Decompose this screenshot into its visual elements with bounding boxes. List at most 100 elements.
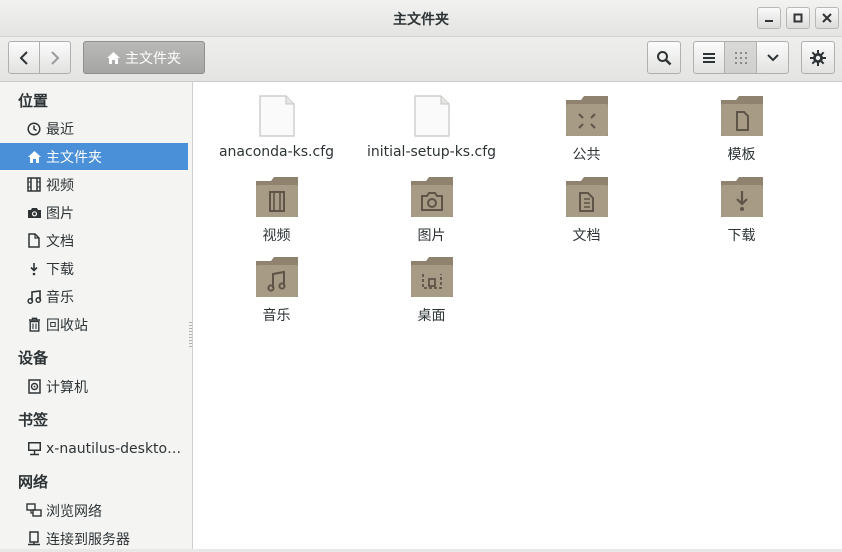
sidebar-item-label: 连接到服务器 (46, 531, 130, 548)
places-header: 位置 (18, 92, 49, 110)
clock-icon (26, 121, 42, 137)
location-label: 主文件夹 (125, 50, 181, 67)
sidebar-item-label: 文档 (46, 233, 74, 250)
file-name: initial-setup-ks.cfg (366, 144, 497, 160)
computer-icon (26, 379, 42, 395)
folder-item[interactable]: 文档 (509, 171, 664, 245)
gear-icon (810, 49, 826, 66)
search-button[interactable] (647, 41, 681, 74)
chevron-left-icon (19, 50, 28, 65)
sidebar-item-label: 回收站 (46, 317, 88, 334)
downloads-folder-icon (720, 177, 763, 217)
bookmarks-header: 书签 (18, 411, 49, 429)
sidebar-item-connect-server[interactable]: 连接到服务器 (0, 525, 188, 552)
file-item[interactable]: anaconda-ks.cfg (199, 90, 354, 160)
folder-item[interactable]: 图片 (354, 171, 509, 245)
sidebar-item-home[interactable]: 主文件夹 (0, 143, 188, 170)
close-icon (822, 13, 832, 23)
sidebar-item-trash[interactable]: 回收站 (0, 311, 188, 338)
sidebar-item-label: x-nautilus-deskto… (46, 440, 182, 457)
minimize-button[interactable] (757, 7, 781, 29)
file-name: 音乐 (262, 308, 291, 324)
network-folder-icon (26, 441, 42, 457)
sidebar-resize-handle[interactable] (189, 322, 192, 348)
file-name: 桌面 (417, 308, 446, 324)
grid-view-icon (734, 51, 747, 64)
camera-icon (26, 205, 42, 221)
file-name: 文档 (572, 228, 601, 244)
maximize-button[interactable] (786, 7, 810, 29)
sidebar-item-downloads[interactable]: 下载 (0, 255, 188, 282)
chevron-right-icon (51, 50, 60, 65)
folder-item[interactable]: 下载 (664, 171, 819, 245)
sidebar-item-label: 最近 (46, 121, 74, 138)
close-button[interactable] (815, 7, 839, 29)
file-name: 公共 (572, 147, 601, 163)
document-icon (26, 233, 42, 249)
sidebar-item-label: 计算机 (46, 379, 88, 396)
sidebar-item-bookmark-desktop[interactable]: x-nautilus-deskto… (0, 435, 188, 462)
music-folder-icon (255, 257, 298, 297)
sidebar-item-label: 浏览网络 (46, 503, 102, 520)
desktop-folder-icon (410, 257, 453, 297)
settings-button[interactable] (801, 41, 835, 74)
list-view-button[interactable] (693, 41, 725, 74)
network-icon (26, 503, 42, 519)
music-icon (26, 289, 42, 305)
public-folder-icon (565, 96, 608, 136)
devices-header: 设备 (18, 349, 49, 367)
search-icon (657, 50, 672, 65)
sidebar-item-pictures[interactable]: 图片 (0, 199, 188, 226)
film-icon (26, 177, 42, 193)
sidebar-item-label: 下载 (46, 261, 74, 278)
sidebar-item-label: 音乐 (46, 289, 74, 306)
network-header: 网络 (18, 473, 49, 491)
documents-folder-icon (565, 177, 608, 217)
home-icon (26, 149, 42, 165)
folder-item[interactable]: 视频 (199, 171, 354, 245)
folder-item[interactable]: 桌面 (354, 251, 509, 325)
file-name: 模板 (727, 147, 756, 163)
text-file-icon (413, 95, 450, 137)
file-name: 视频 (262, 228, 291, 244)
grid-view-button[interactable] (724, 41, 757, 74)
minimize-icon (765, 20, 773, 22)
folder-item[interactable]: 模板 (664, 90, 819, 164)
sidebar-item-music[interactable]: 音乐 (0, 283, 188, 310)
sidebar-item-label: 视频 (46, 177, 74, 194)
location-home-button[interactable]: 主文件夹 (83, 41, 205, 74)
sidebar-item-videos[interactable]: 视频 (0, 171, 188, 198)
forward-button[interactable] (39, 41, 71, 74)
folder-item[interactable]: 音乐 (199, 251, 354, 325)
download-icon (26, 261, 42, 277)
toolbar: 主文件夹 (0, 37, 842, 82)
title-bar[interactable]: 主文件夹 (0, 0, 842, 37)
sidebar-item-browse-network[interactable]: 浏览网络 (0, 497, 188, 524)
back-button[interactable] (8, 41, 40, 74)
maximize-icon (793, 13, 803, 23)
list-view-icon (703, 52, 715, 63)
file-name: 下载 (727, 228, 756, 244)
sidebar-item-label: 图片 (46, 205, 74, 222)
file-manager-window: 主文件夹 主文件夹 位置 最近 主文件夹 视频 图片 文档 下载 音乐 回收站 … (0, 0, 842, 549)
sidebar-item-label: 主文件夹 (46, 149, 102, 166)
file-name: 图片 (417, 228, 446, 244)
sidebar: 位置 最近 主文件夹 视频 图片 文档 下载 音乐 回收站 设备 计算机 书签 … (0, 82, 193, 549)
file-name: anaconda-ks.cfg (218, 144, 335, 160)
templates-folder-icon (720, 96, 763, 136)
trash-icon (26, 317, 42, 333)
home-icon (107, 51, 120, 64)
videos-folder-icon (255, 177, 298, 217)
folder-item[interactable]: 公共 (509, 90, 664, 164)
sidebar-item-computer[interactable]: 计算机 (0, 373, 188, 400)
server-icon (26, 531, 42, 547)
sidebar-item-recent[interactable]: 最近 (0, 115, 188, 142)
pictures-folder-icon (410, 177, 453, 217)
text-file-icon (258, 95, 295, 137)
file-item[interactable]: initial-setup-ks.cfg (354, 90, 509, 160)
view-options-button[interactable] (756, 41, 789, 74)
chevron-down-icon (766, 53, 779, 61)
file-view[interactable]: anaconda-ks.cfg initial-setup-ks.cfg 公共 … (193, 82, 842, 549)
window-title: 主文件夹 (393, 12, 449, 28)
sidebar-item-documents[interactable]: 文档 (0, 227, 188, 254)
